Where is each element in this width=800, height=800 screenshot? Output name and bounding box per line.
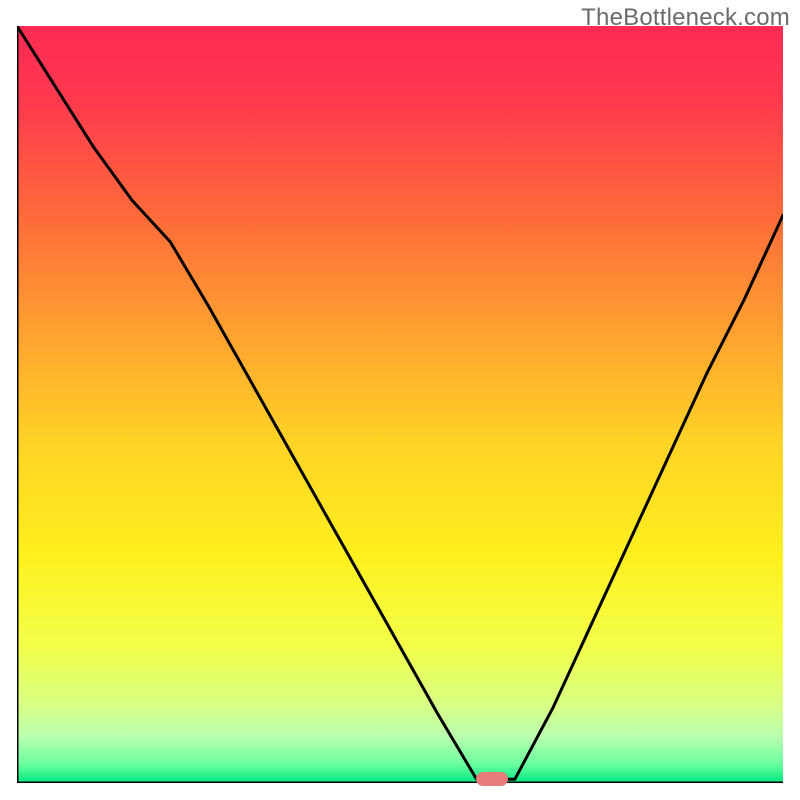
chart-svg [17, 26, 783, 783]
gradient-background [17, 26, 783, 783]
plot-area [17, 26, 783, 783]
chart-container: TheBottleneck.com [0, 0, 800, 800]
optimum-marker [476, 772, 508, 786]
